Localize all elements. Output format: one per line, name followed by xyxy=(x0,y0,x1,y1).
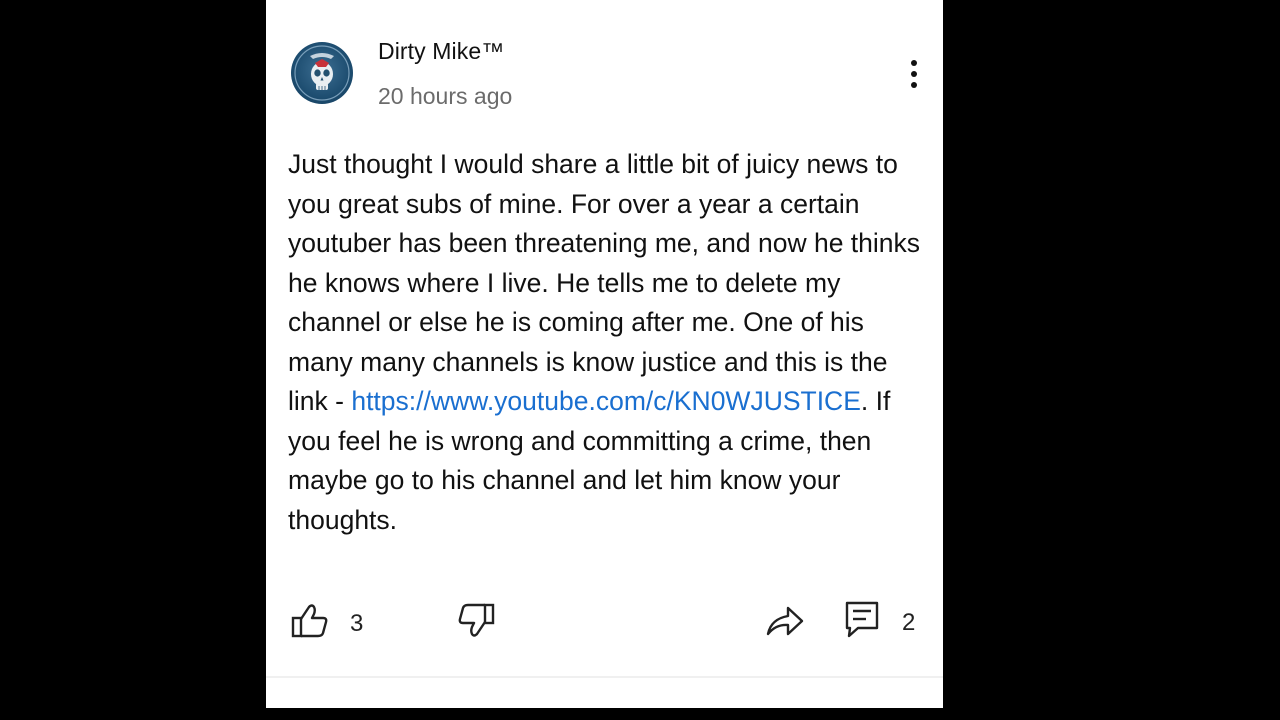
share-button[interactable] xyxy=(764,603,806,639)
avatar[interactable] xyxy=(291,42,353,104)
post-body-intro: Just thought I would share a little bit … xyxy=(288,149,921,416)
share-icon xyxy=(766,606,804,636)
more-options-button[interactable] xyxy=(902,54,926,94)
thumbs-up-icon xyxy=(291,604,328,638)
like-button[interactable]: 3 xyxy=(290,602,363,640)
more-vertical-icon xyxy=(911,60,917,88)
skull-logo-icon xyxy=(294,45,350,101)
divider xyxy=(266,676,943,678)
comments-button[interactable]: 2 xyxy=(844,600,915,640)
author-name[interactable]: Dirty Mike™ xyxy=(378,38,504,65)
comment-count: 2 xyxy=(902,609,916,636)
post-timestamp: 20 hours ago xyxy=(378,83,513,109)
dislike-button[interactable] xyxy=(456,601,496,639)
post-body: Just thought I would share a little bit … xyxy=(288,145,928,540)
thumbs-down-icon xyxy=(458,603,495,637)
channel-link[interactable]: https://www.youtube.com/c/KN0WJUSTICE xyxy=(351,386,861,416)
comment-icon xyxy=(845,601,879,638)
community-post-card: Dirty Mike™ 20 hours ago Just thought I … xyxy=(266,0,943,708)
like-count: 3 xyxy=(350,610,364,637)
